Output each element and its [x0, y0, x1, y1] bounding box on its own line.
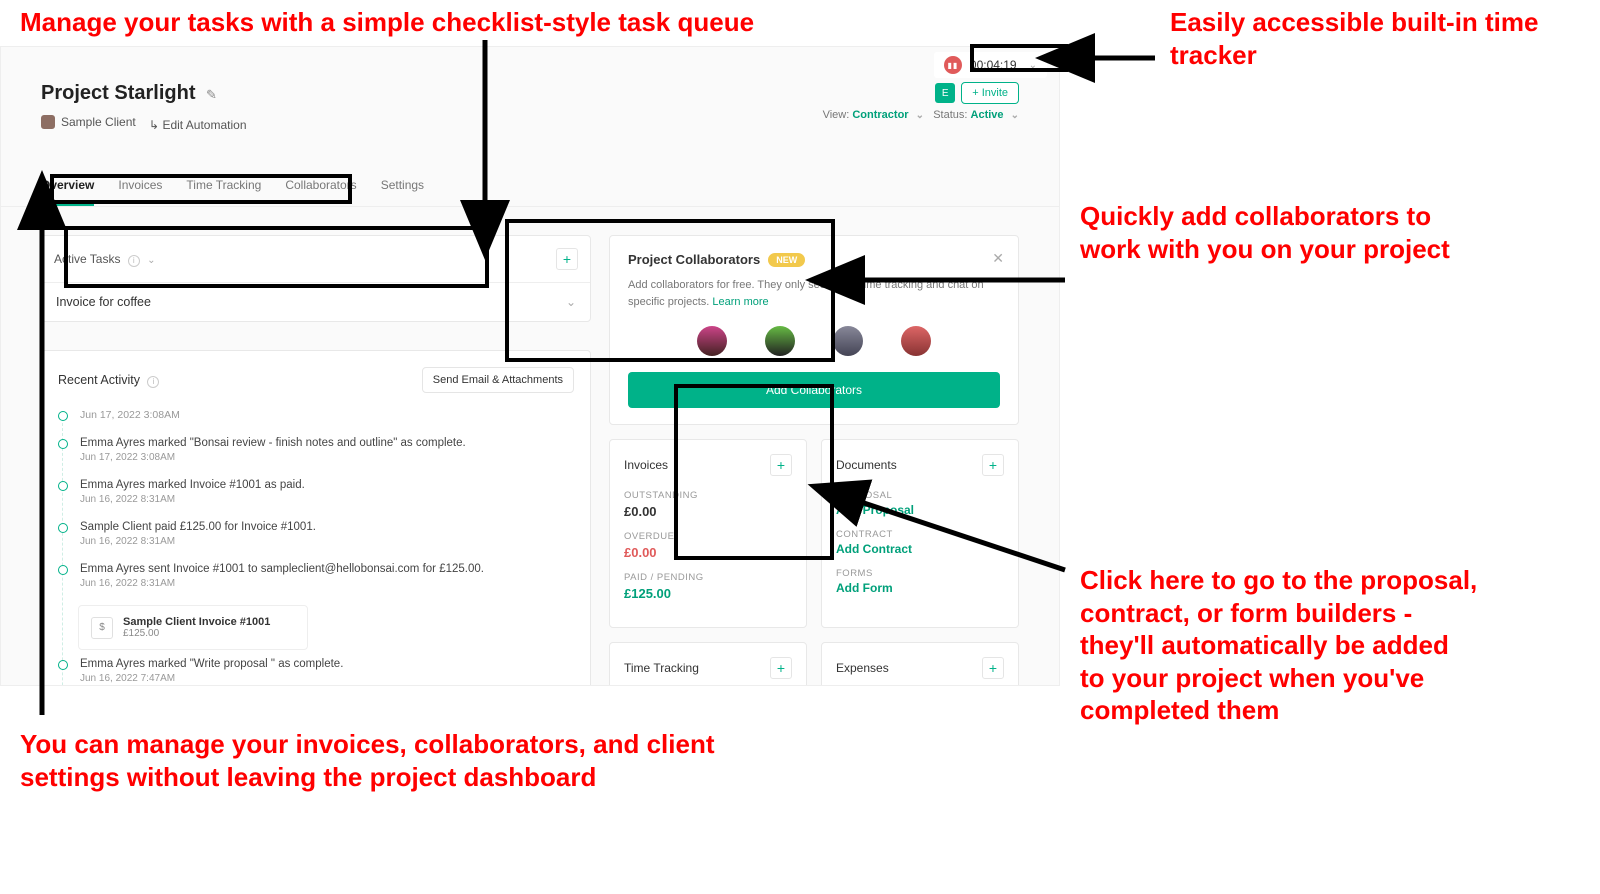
send-email-button[interactable]: Send Email & Attachments [422, 367, 574, 393]
active-tasks-card: Active Tasks i ⌄ + Invoice for coffee ⌄ [41, 235, 591, 322]
annotation-text: Manage your tasks with a simple checklis… [20, 6, 920, 39]
project-dashboard: Project Starlight ✎ Sample Client ↳ Edit… [0, 46, 1060, 686]
add-proposal-link[interactable]: Add Proposal [836, 503, 1004, 517]
client-avatar-icon [41, 115, 55, 129]
project-title: Project Starlight [41, 82, 195, 105]
collaborators-text: Add collaborators for free. They only se… [628, 277, 1000, 310]
invoices-card: Invoices+ OUTSTANDING £0.00 OVERDUE £0.0… [609, 439, 807, 628]
activity-item: Emma Ayres marked "Bonsai review - finis… [58, 437, 574, 463]
tabs: Overview Invoices Time Tracking Collabor… [1, 166, 1059, 207]
timer-value: 00:04:19 [970, 58, 1017, 72]
tab-collaborators[interactable]: Collaborators [285, 166, 356, 206]
add-invoice-button[interactable]: + [770, 454, 792, 476]
tab-overview[interactable]: Overview [41, 166, 94, 206]
info-icon[interactable]: i [147, 376, 159, 388]
activity-item: Emma Ayres marked Invoice #1001 as paid.… [58, 479, 574, 505]
active-tasks-heading[interactable]: Active Tasks i ⌄ [54, 252, 156, 267]
client-chip[interactable]: Sample Client [41, 115, 136, 129]
expenses-title: Expenses [836, 661, 889, 675]
activity-item: Jun 17, 2022 3:08AM [58, 409, 574, 421]
view-dropdown[interactable]: Contractor ⌄ [852, 109, 924, 121]
chevron-down-icon[interactable]: ⌄ [147, 255, 155, 266]
add-collaborators-button[interactable]: Add Collaborators [628, 372, 1000, 408]
add-task-button[interactable]: + [556, 248, 578, 270]
status-dropdown[interactable]: Active ⌄ [971, 109, 1019, 121]
add-expense-button[interactable]: + [982, 657, 1004, 679]
task-item[interactable]: Invoice for coffee ⌄ [42, 283, 590, 321]
chevron-down-icon[interactable]: ⌄ [1029, 60, 1037, 71]
invoices-title: Invoices [624, 458, 668, 472]
activity-item: Emma Ayres sent Invoice #1001 to samplec… [58, 563, 574, 589]
recent-activity-heading: Recent Activity i [58, 373, 159, 388]
collaborator-avatars [628, 326, 1000, 356]
annotation-text: You can manage your invoices, collaborat… [20, 728, 790, 793]
chevron-down-icon: ⌄ [566, 295, 576, 309]
close-icon[interactable]: ✕ [992, 250, 1004, 267]
activity-timeline: Jun 17, 2022 3:08AM Emma Ayres marked "Bo… [58, 409, 574, 686]
header: Project Starlight ✎ Sample Client ↳ Edit… [1, 47, 1059, 142]
annotation-text: Easily accessible built-in time tracker [1170, 6, 1570, 71]
add-document-button[interactable]: + [982, 454, 1004, 476]
documents-title: Documents [836, 458, 897, 472]
annotation-text: Click here to go to the proposal, contra… [1080, 564, 1480, 727]
avatar [765, 326, 795, 356]
invoice-icon: $ [91, 617, 113, 639]
time-tracking-title: Time Tracking [624, 661, 699, 675]
annotation-text: Quickly add collaborators to work with y… [1080, 200, 1480, 265]
time-tracker-widget[interactable]: ▮▮ 00:04:19 ⌄ [934, 52, 1047, 78]
tab-settings[interactable]: Settings [381, 166, 424, 206]
activity-item: Sample Client paid £125.00 for Invoice #… [58, 521, 574, 547]
collaborators-title: Project Collaborators [628, 252, 760, 267]
tab-time-tracking[interactable]: Time Tracking [186, 166, 261, 206]
invite-button[interactable]: + Invite [961, 82, 1019, 104]
collaborator-badge[interactable]: E [935, 83, 955, 103]
time-tracking-card: Time Tracking+ UNBILLED HOURS 01:42:23 B… [609, 642, 807, 686]
new-badge: NEW [768, 253, 805, 267]
info-icon[interactable]: i [128, 255, 140, 267]
add-time-button[interactable]: + [770, 657, 792, 679]
learn-more-link[interactable]: Learn more [712, 296, 768, 308]
edit-automation-link[interactable]: ↳ Edit Automation [149, 118, 246, 132]
add-contract-link[interactable]: Add Contract [836, 542, 1004, 556]
client-name: Sample Client [61, 115, 136, 129]
avatar [833, 326, 863, 356]
documents-card: Documents+ PROPOSAL Add Proposal CONTRAC… [821, 439, 1019, 628]
recent-activity-card: Recent Activity i Send Email & Attachmen… [41, 350, 591, 686]
avatar [901, 326, 931, 356]
expenses-card: Expenses+ TOTAL £25.00 NON-REIMBURSED £0… [821, 642, 1019, 686]
collaborators-card: ✕ Project Collaborators NEW Add collabor… [609, 235, 1019, 425]
pause-icon[interactable]: ▮▮ [944, 56, 962, 74]
view-status-line: View: Contractor ⌄ Status: Active ⌄ [823, 109, 1019, 121]
edit-title-icon[interactable]: ✎ [206, 87, 217, 102]
tab-invoices[interactable]: Invoices [118, 166, 162, 206]
add-form-link[interactable]: Add Form [836, 581, 1004, 595]
activity-item: Emma Ayres marked "Write proposal " as c… [58, 658, 574, 684]
invoice-inline-card[interactable]: $Sample Client Invoice #1001£125.00 [78, 605, 308, 650]
avatar [697, 326, 727, 356]
